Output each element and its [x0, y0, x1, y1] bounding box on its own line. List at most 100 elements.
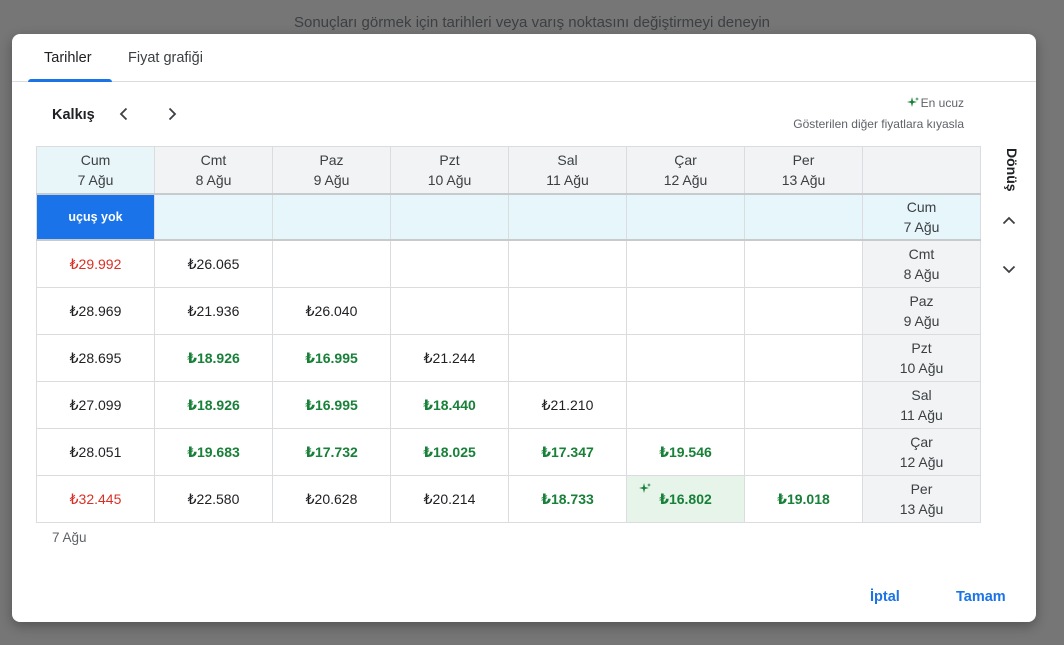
- departure-column-header[interactable]: Per 13 Ağu: [744, 146, 863, 195]
- price-cell[interactable]: ₺17.732: [272, 428, 391, 476]
- departure-column-header[interactable]: Paz 9 Ağu: [272, 146, 391, 195]
- row-date: 11 Ağu: [900, 407, 943, 423]
- price-cell[interactable]: ₺18.025: [390, 428, 509, 476]
- grid-corner: [862, 146, 981, 195]
- empty-cell: [508, 239, 627, 288]
- price-value: ₺26.040: [305, 302, 358, 319]
- column-day: Pzt: [439, 152, 460, 168]
- empty-cell: [508, 193, 627, 241]
- price-cell[interactable]: ₺18.926: [154, 381, 273, 429]
- row-date: 8 Ağu: [903, 266, 940, 282]
- column-date: 7 Ağu: [77, 172, 114, 188]
- empty-cell: [744, 287, 863, 335]
- tab-price-graph[interactable]: Fiyat grafiği: [128, 50, 203, 66]
- row-date: 7 Ağu: [903, 219, 940, 235]
- departure-column-header[interactable]: Çar 12 Ağu: [626, 146, 745, 195]
- departure-column-header[interactable]: Cum 7 Ağu: [36, 146, 155, 195]
- price-cell[interactable]: ₺19.546: [626, 428, 745, 476]
- return-row-header[interactable]: Pzt 10 Ağu: [862, 334, 981, 382]
- price-value: ₺18.926: [187, 396, 240, 413]
- price-cell[interactable]: ₺21.244: [390, 334, 509, 382]
- price-cell[interactable]: ₺28.969: [36, 287, 155, 335]
- price-value: ₺28.969: [69, 302, 122, 319]
- empty-cell: [626, 334, 745, 382]
- tab-dates[interactable]: Tarihler: [44, 50, 92, 66]
- departure-column-header[interactable]: Pzt 10 Ağu: [390, 146, 509, 195]
- empty-cell: [508, 287, 627, 335]
- ok-button[interactable]: Tamam: [956, 589, 1006, 605]
- price-value: ₺17.347: [541, 443, 594, 460]
- price-cell[interactable]: ₺27.099: [36, 381, 155, 429]
- empty-cell: [272, 239, 391, 288]
- return-row-header[interactable]: Sal 11 Ağu: [862, 381, 981, 429]
- price-cell[interactable]: ₺21.936: [154, 287, 273, 335]
- row-day: Cmt: [908, 246, 935, 262]
- price-value: ₺21.210: [541, 396, 594, 413]
- column-day: Çar: [674, 152, 697, 168]
- price-cell[interactable]: ₺16.995: [272, 334, 391, 382]
- departure-label: Kalkış: [52, 107, 95, 123]
- empty-cell: [626, 193, 745, 241]
- return-row-header[interactable]: Paz 9 Ağu: [862, 287, 981, 335]
- price-value: ₺21.244: [423, 349, 476, 366]
- prev-week-button[interactable]: [112, 102, 136, 126]
- return-next-button[interactable]: [997, 257, 1021, 281]
- grid-row: ₺28.969 ₺21.936 ₺26.040 Paz 9 Ağu: [36, 287, 981, 335]
- departure-column-header[interactable]: Sal 11 Ağu: [508, 146, 627, 195]
- price-cell[interactable]: ₺22.580: [154, 475, 273, 523]
- background-hint: Sonuçları görmek için tarihleri veya var…: [293, 14, 771, 31]
- price-value: ₺19.683: [187, 443, 240, 460]
- return-row-header[interactable]: Cum 7 Ağu: [862, 193, 981, 241]
- return-label: Dönüş: [1004, 148, 1020, 192]
- price-cell[interactable]: ₺17.347: [508, 428, 627, 476]
- price-value: ₺27.099: [69, 396, 122, 413]
- price-cell[interactable]: ₺28.695: [36, 334, 155, 382]
- row-date: 12 Ağu: [899, 454, 944, 470]
- price-cell[interactable]: ₺19.683: [154, 428, 273, 476]
- price-cell[interactable]: ₺18.926: [154, 334, 273, 382]
- price-value: ₺32.445: [69, 490, 122, 507]
- return-row-header[interactable]: Cmt 8 Ağu: [862, 239, 981, 288]
- column-day: Cmt: [200, 152, 227, 168]
- return-prev-button[interactable]: [997, 209, 1021, 233]
- price-cell[interactable]: ₺18.440: [390, 381, 509, 429]
- column-date: 11 Ağu: [546, 172, 589, 188]
- column-day: Sal: [557, 152, 578, 168]
- price-cell[interactable]: ₺32.445: [36, 475, 155, 523]
- price-cell[interactable]: ₺19.018: [744, 475, 863, 523]
- price-cell[interactable]: ₺16.802: [626, 475, 745, 523]
- column-date: 8 Ağu: [195, 172, 232, 188]
- grid-row: ₺27.099 ₺18.926 ₺16.995 ₺18.440 ₺21.210 Sal 11…: [36, 381, 981, 429]
- row-day: Cum: [906, 199, 937, 215]
- price-value: ₺22.580: [187, 490, 240, 507]
- price-cell[interactable]: ₺28.051: [36, 428, 155, 476]
- legend-cheapest-label: En ucuz: [920, 96, 964, 110]
- no-flight-cell[interactable]: uçuş yok: [36, 193, 155, 241]
- column-date: 10 Ağu: [427, 172, 472, 188]
- price-cell[interactable]: ₺29.992: [36, 239, 155, 288]
- return-row-header[interactable]: Per 13 Ağu: [862, 475, 981, 523]
- next-week-button[interactable]: [160, 102, 184, 126]
- price-cell[interactable]: ₺20.628: [272, 475, 391, 523]
- empty-cell: [744, 193, 863, 241]
- return-row-header[interactable]: Çar 12 Ağu: [862, 428, 981, 476]
- legend-cheapest: En ucuz: [906, 96, 964, 110]
- price-cell[interactable]: ₺16.995: [272, 381, 391, 429]
- price-cell[interactable]: ₺20.214: [390, 475, 509, 523]
- selected-date: 7 Ağu: [52, 530, 87, 545]
- empty-cell: [272, 193, 391, 241]
- price-cell[interactable]: ₺26.040: [272, 287, 391, 335]
- price-cell[interactable]: ₺21.210: [508, 381, 627, 429]
- empty-cell: [626, 381, 745, 429]
- active-tab-indicator: [28, 79, 112, 82]
- grid-header-row: Cum 7 Ağu Cmt 8 Ağu Paz 9 Ağu Pzt 10 Ağu Sal 11 A…: [36, 146, 981, 195]
- price-cell[interactable]: ₺18.733: [508, 475, 627, 523]
- price-value: ₺21.936: [187, 302, 240, 319]
- price-cell[interactable]: ₺26.065: [154, 239, 273, 288]
- empty-cell: [390, 239, 509, 288]
- row-day: Per: [910, 481, 933, 497]
- grid-row: ₺28.051 ₺19.683 ₺17.732 ₺18.025 ₺17.347 ₺19.5…: [36, 428, 981, 476]
- row-day: Pzt: [911, 340, 932, 356]
- departure-column-header[interactable]: Cmt 8 Ağu: [154, 146, 273, 195]
- cancel-button[interactable]: İptal: [870, 589, 900, 605]
